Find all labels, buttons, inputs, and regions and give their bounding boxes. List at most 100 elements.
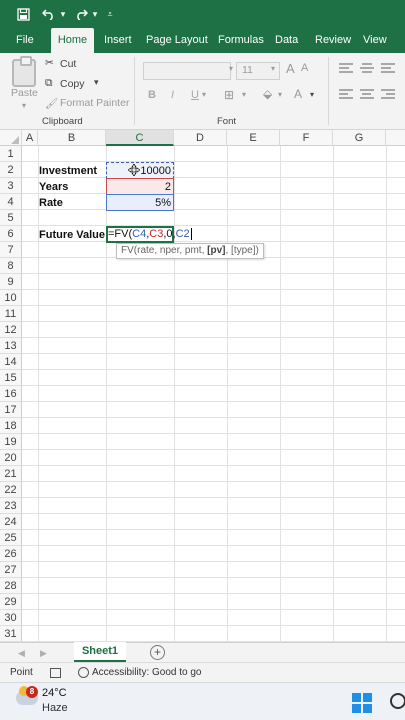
column-header-e[interactable]: E <box>227 130 280 146</box>
row-header-2[interactable]: 2 <box>0 162 22 178</box>
add-sheet-icon[interactable]: + <box>150 645 165 660</box>
tab-view[interactable]: View <box>363 28 387 53</box>
bold-button[interactable]: B <box>148 89 156 101</box>
row-header-7[interactable]: 7 <box>0 242 22 258</box>
align-top-icon[interactable] <box>339 63 353 73</box>
tab-home[interactable]: Home <box>51 28 94 53</box>
sheet-tab-sheet1[interactable]: Sheet1 <box>74 642 126 662</box>
tab-data[interactable]: Data <box>275 28 298 53</box>
align-right-icon[interactable] <box>381 89 395 99</box>
cut-icon[interactable]: ✂ <box>45 57 54 69</box>
row-header-18[interactable]: 18 <box>0 418 22 434</box>
sheet-prev-icon[interactable]: ◀ <box>18 643 25 663</box>
tab-insert[interactable]: Insert <box>104 28 132 53</box>
row-header-31[interactable]: 31 <box>0 626 22 642</box>
row-header-19[interactable]: 19 <box>0 434 22 450</box>
align-middle-icon[interactable] <box>360 63 374 73</box>
paste-icon[interactable] <box>12 56 36 87</box>
undo-dropdown-icon[interactable]: ▾ <box>58 0 68 28</box>
row-header-9[interactable]: 9 <box>0 274 22 290</box>
format-painter-button[interactable]: Format Painter <box>60 97 129 109</box>
tab-review[interactable]: Review <box>315 28 351 53</box>
font-color-dropdown-icon[interactable]: ▾ <box>310 90 314 99</box>
cell-c4[interactable]: 5% <box>108 195 171 211</box>
search-icon[interactable] <box>390 693 405 709</box>
fill-color-icon[interactable]: ⬙ <box>263 87 272 101</box>
row-header-3[interactable]: 3 <box>0 178 22 194</box>
font-name-field[interactable] <box>143 62 231 80</box>
column-header-b[interactable]: B <box>38 130 106 146</box>
tab-formulas[interactable]: Formulas <box>218 28 264 53</box>
row-header-14[interactable]: 14 <box>0 354 22 370</box>
row-header-15[interactable]: 15 <box>0 370 22 386</box>
decrease-font-icon[interactable]: A <box>301 62 308 74</box>
column-header-d[interactable]: D <box>174 130 227 146</box>
customize-toolbar-icon[interactable]: ⩡ <box>104 0 116 28</box>
column-header-f[interactable]: F <box>280 130 333 146</box>
column-header-c[interactable]: C <box>106 130 174 146</box>
row-header-27[interactable]: 27 <box>0 562 22 578</box>
cell-b6[interactable]: Future Value <box>39 227 105 243</box>
row-header-26[interactable]: 26 <box>0 546 22 562</box>
font-name-dropdown-icon[interactable]: ▾ <box>229 64 233 73</box>
copy-icon[interactable]: ⧉ <box>45 77 53 90</box>
row-header-10[interactable]: 10 <box>0 290 22 306</box>
column-header-a[interactable]: A <box>22 130 38 146</box>
paste-dropdown-icon[interactable]: ▾ <box>22 101 26 110</box>
font-color-icon[interactable]: A <box>294 87 302 101</box>
row-header-16[interactable]: 16 <box>0 386 22 402</box>
select-all-button[interactable] <box>0 130 22 146</box>
redo-icon[interactable] <box>72 0 90 28</box>
increase-font-icon[interactable]: A <box>286 61 295 76</box>
row-header-25[interactable]: 25 <box>0 530 22 546</box>
row-header-6[interactable]: 6 <box>0 226 22 242</box>
row-header-24[interactable]: 24 <box>0 514 22 530</box>
tab-file[interactable]: File <box>16 28 34 53</box>
undo-icon[interactable] <box>40 0 58 28</box>
column-header-g[interactable]: G <box>333 130 386 146</box>
copy-button[interactable]: Copy <box>60 78 85 90</box>
cell-c3[interactable]: 2 <box>108 179 171 195</box>
row-header-1[interactable]: 1 <box>0 146 22 162</box>
row-header-5[interactable]: 5 <box>0 210 22 226</box>
row-header-29[interactable]: 29 <box>0 594 22 610</box>
worksheet-grid[interactable]: Investment 10000 Years 2 Rate 5% Future … <box>0 146 405 642</box>
underline-button[interactable]: U <box>191 89 199 101</box>
row-header-4[interactable]: 4 <box>0 194 22 210</box>
weather-condition[interactable]: Haze <box>42 702 68 714</box>
copy-dropdown-icon[interactable]: ▾ <box>94 77 99 88</box>
align-bottom-icon[interactable] <box>381 63 395 73</box>
row-header-30[interactable]: 30 <box>0 610 22 626</box>
save-icon[interactable] <box>14 0 32 28</box>
borders-dropdown-icon[interactable]: ▾ <box>242 90 246 99</box>
format-painter-icon[interactable]: 🖌 <box>45 97 58 110</box>
accessibility-icon[interactable] <box>78 667 89 678</box>
sheet-next-icon[interactable]: ▶ <box>40 643 47 663</box>
fill-color-dropdown-icon[interactable]: ▾ <box>278 90 282 99</box>
paste-button-label[interactable]: Paste <box>11 87 38 99</box>
function-tooltip[interactable]: FV(rate, nper, pmt, [pv], [type]) <box>116 243 264 259</box>
cut-button[interactable]: Cut <box>60 58 76 70</box>
row-header-17[interactable]: 17 <box>0 402 22 418</box>
underline-dropdown-icon[interactable]: ▾ <box>202 90 206 99</box>
tab-page-layout[interactable]: Page Layout <box>146 28 208 53</box>
borders-icon[interactable]: ⊞ <box>224 88 234 102</box>
row-header-8[interactable]: 8 <box>0 258 22 274</box>
windows-start-icon[interactable] <box>352 693 372 713</box>
row-header-11[interactable]: 11 <box>0 306 22 322</box>
row-header-13[interactable]: 13 <box>0 338 22 354</box>
cell-b3[interactable]: Years <box>39 179 68 195</box>
row-header-28[interactable]: 28 <box>0 578 22 594</box>
align-left-icon[interactable] <box>339 89 353 99</box>
weather-temperature[interactable]: 24°C <box>42 687 67 699</box>
redo-dropdown-icon[interactable]: ▾ <box>90 0 100 28</box>
row-header-12[interactable]: 12 <box>0 322 22 338</box>
font-size-dropdown-icon[interactable]: ▾ <box>271 64 275 73</box>
row-header-22[interactable]: 22 <box>0 482 22 498</box>
italic-button[interactable]: I <box>171 89 174 101</box>
cell-b2[interactable]: Investment <box>39 163 97 179</box>
row-header-20[interactable]: 20 <box>0 450 22 466</box>
row-header-23[interactable]: 23 <box>0 498 22 514</box>
cell-b4[interactable]: Rate <box>39 195 63 211</box>
align-center-icon[interactable] <box>360 89 374 99</box>
